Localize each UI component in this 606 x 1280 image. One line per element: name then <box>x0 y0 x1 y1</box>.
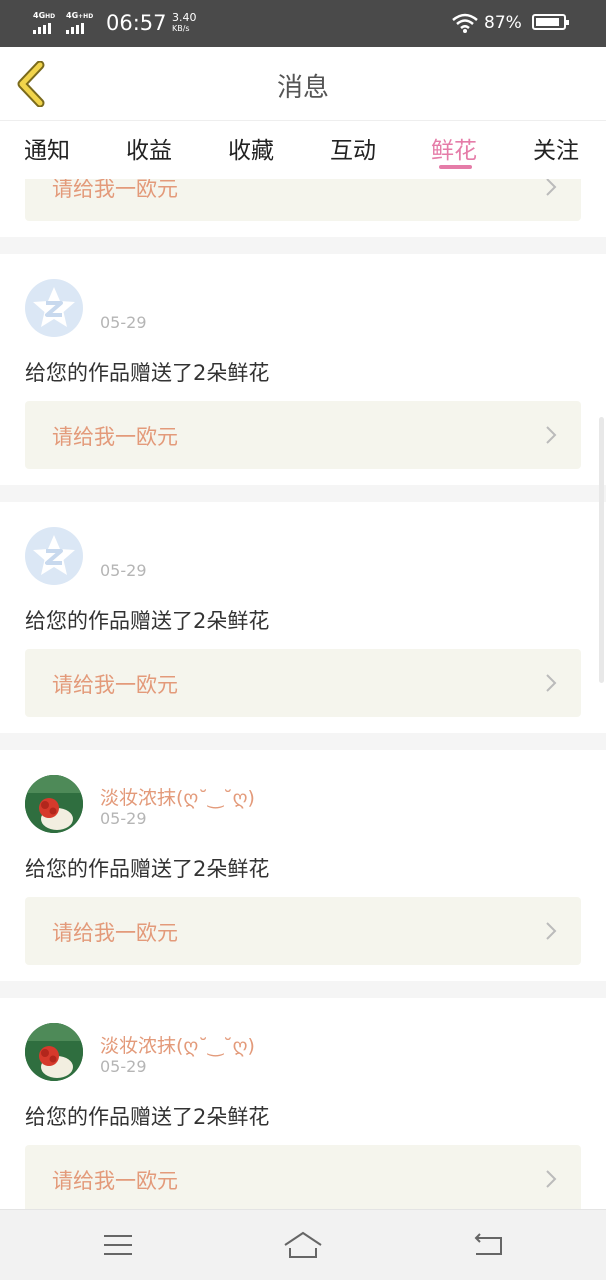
back-icon[interactable] <box>472 1232 504 1258</box>
chevron-right-icon <box>546 674 557 692</box>
user-photo-icon <box>25 1023 83 1081</box>
battery-percent: 87% <box>484 13 522 33</box>
tab-earnings[interactable]: 收益 <box>126 131 172 165</box>
list-item: 淡妆浓抹(ღ˘‿˘ღ) 05-29 给您的作品赠送了2朵鲜花 请给我一欧元 <box>0 998 606 1209</box>
action-button[interactable]: 请给我一欧元 <box>25 649 581 717</box>
scrollbar[interactable] <box>599 417 604 683</box>
chevron-right-icon <box>546 426 557 444</box>
user-photo-icon <box>25 775 83 833</box>
action-label: 请给我一欧元 <box>52 425 178 449</box>
chevron-right-icon <box>546 922 557 940</box>
list-item: 淡妆浓抹(ღ˘‿˘ღ) 05-29 给您的作品赠送了2朵鲜花 请给我一欧元 <box>0 750 606 981</box>
page-title: 消息 <box>276 73 329 103</box>
clock: 06:57 <box>106 11 167 35</box>
message-text: 给您的作品赠送了2朵鲜花 <box>25 857 270 881</box>
signal-bars-icon <box>66 23 84 34</box>
action-button[interactable]: 请给我一欧元 <box>25 179 581 221</box>
chevron-right-icon <box>546 1170 557 1188</box>
tab-follows[interactable]: 关注 <box>533 131 579 165</box>
tab-flowers[interactable]: 鲜花 <box>431 131 477 165</box>
avatar[interactable] <box>25 775 83 833</box>
avatar[interactable] <box>25 1023 83 1081</box>
message-text: 给您的作品赠送了2朵鲜花 <box>25 361 270 385</box>
message-date: 05-29 <box>100 1057 147 1076</box>
chevron-right-icon <box>546 179 557 196</box>
network-speed: 3.40 KB/s <box>172 11 197 33</box>
action-label: 请给我一欧元 <box>52 673 178 697</box>
signal-bars-icon <box>33 23 51 34</box>
tab-notifications[interactable]: 通知 <box>24 131 70 165</box>
home-icon[interactable] <box>283 1230 323 1260</box>
username[interactable]: 淡妆浓抹(ღ˘‿˘ღ) <box>100 1031 255 1058</box>
message-text: 给您的作品赠送了2朵鲜花 <box>25 609 270 633</box>
tab-bar: 通知 收益 收藏 互动 鲜花 关注 <box>0 121 606 179</box>
message-text: 给您的作品赠送了2朵鲜花 <box>25 1105 270 1129</box>
message-list[interactable]: 请给我一欧元 05-29 给您的作品赠送了2朵鲜花 请给我一欧元 05-29 给… <box>0 179 606 1209</box>
tab-interactions[interactable]: 互动 <box>330 131 376 165</box>
menu-icon[interactable] <box>103 1234 133 1256</box>
tab-favorites[interactable]: 收藏 <box>228 131 274 165</box>
message-date: 05-29 <box>100 561 147 580</box>
message-date: 05-29 <box>100 809 147 828</box>
action-label: 请给我一欧元 <box>52 921 178 945</box>
action-button[interactable]: 请给我一欧元 <box>25 401 581 469</box>
header: 消息 <box>0 47 606 121</box>
action-label: 请给我一欧元 <box>52 179 178 201</box>
list-item: 05-29 给您的作品赠送了2朵鲜花 请给我一欧元 <box>0 502 606 733</box>
action-button[interactable]: 请给我一欧元 <box>25 897 581 965</box>
battery-icon <box>532 14 569 30</box>
action-button[interactable]: 请给我一欧元 <box>25 1145 581 1209</box>
username[interactable]: 淡妆浓抹(ღ˘‿˘ღ) <box>100 783 255 810</box>
list-item: 05-29 给您的作品赠送了2朵鲜花 请给我一欧元 <box>0 254 606 485</box>
system-nav-bar <box>0 1209 606 1280</box>
default-z-icon <box>33 287 75 327</box>
active-tab-indicator <box>439 165 472 169</box>
network-indicator: 4GHD 4G+HD <box>33 11 101 35</box>
message-date: 05-29 <box>100 313 147 332</box>
avatar[interactable] <box>25 527 83 585</box>
wifi-icon <box>452 13 478 33</box>
default-z-icon <box>33 535 75 575</box>
status-bar: 4GHD 4G+HD 06:57 3.40 KB/s 87% <box>0 0 606 47</box>
avatar[interactable] <box>25 279 83 337</box>
action-label: 请给我一欧元 <box>52 1169 178 1193</box>
list-item: 请给我一欧元 <box>0 179 606 237</box>
